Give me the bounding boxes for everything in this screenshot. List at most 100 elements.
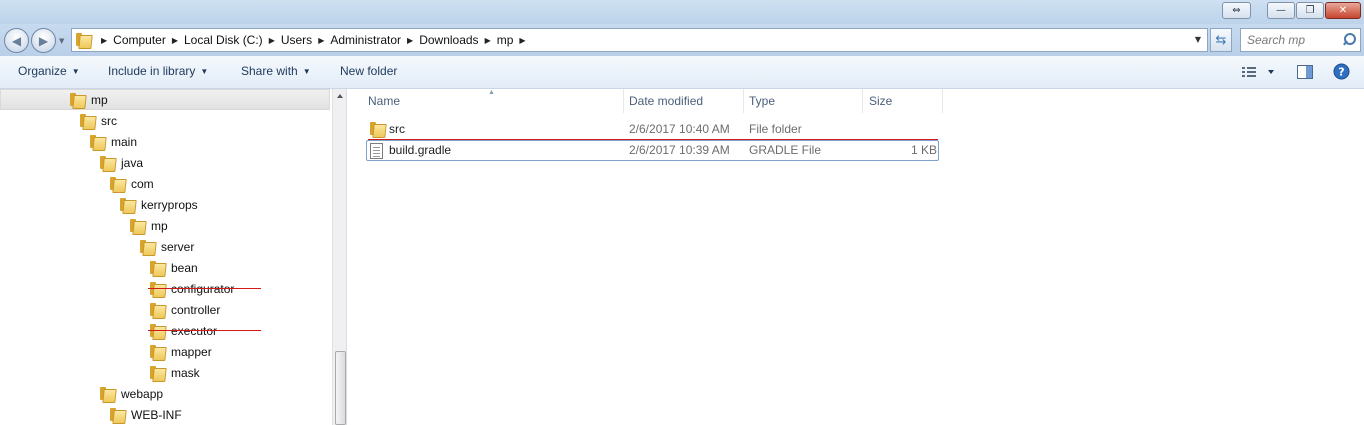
refresh-icon: ⇆: [1215, 32, 1227, 48]
address-bar[interactable]: ▶ Computer ▶ Local Disk (C:) ▶ Users ▶ A…: [71, 28, 1208, 52]
folder-icon: [150, 365, 165, 380]
folder-icon: [140, 239, 155, 254]
tree-item[interactable]: mp: [70, 89, 108, 110]
include-in-library-label: Include in library: [108, 64, 196, 78]
breadcrumb-mp[interactable]: mp: [497, 33, 514, 47]
file-list-pane[interactable]: Name ▲ Date modified Type Size src 2/6/20…: [348, 89, 1364, 425]
chevron-down-icon: ▼: [302, 66, 311, 76]
recent-pages-dropdown[interactable]: ▼: [59, 37, 64, 45]
new-folder-button[interactable]: New folder: [340, 64, 397, 78]
tree-item-label: main: [111, 134, 138, 149]
new-folder-label: New folder: [340, 64, 398, 78]
file-row[interactable]: build.gradle 2/6/2017 10:39 AM GRADLE File…: [348, 140, 948, 161]
folder-icon: [90, 134, 105, 149]
change-view-button[interactable]: [1241, 65, 1275, 82]
chevron-right-icon[interactable]: ▶: [485, 36, 491, 45]
file-name: build.gradle: [389, 143, 452, 157]
help-button[interactable]: ?: [1333, 63, 1350, 83]
chevron-right-icon[interactable]: ▶: [172, 36, 178, 45]
tree-item-label: mask: [171, 365, 200, 380]
tree-item[interactable]: src: [80, 110, 117, 131]
breadcrumb: ▶ Computer ▶ Local Disk (C:) ▶ Users ▶ A…: [95, 29, 532, 51]
tree-item-label: controller: [171, 302, 221, 317]
file-type: GRADLE File: [749, 143, 822, 157]
column-header-size[interactable]: Size: [863, 89, 943, 113]
tree-item[interactable]: java: [100, 152, 143, 173]
breadcrumb-administrator[interactable]: Administrator: [330, 33, 401, 47]
tree-item[interactable]: mp: [130, 215, 168, 236]
tree-item[interactable]: controller: [150, 299, 220, 320]
chevron-right-icon[interactable]: ▶: [407, 36, 413, 45]
address-history-dropdown[interactable]: ▼: [1195, 35, 1201, 44]
tree-item[interactable]: webapp: [100, 383, 163, 404]
restore-arrow-button[interactable]: ⇔: [1222, 2, 1251, 19]
scroll-up-icon[interactable]: [337, 94, 343, 98]
tree-item-label: mp: [91, 92, 108, 107]
folder-icon: [130, 218, 145, 233]
nav-scrollbar[interactable]: [332, 89, 346, 425]
organize-menu[interactable]: Organize ▼: [18, 64, 80, 78]
minimize-button[interactable]: —: [1267, 2, 1295, 19]
column-header-name[interactable]: Name ▲: [348, 89, 624, 113]
back-arrow-icon: ◀: [11, 33, 22, 48]
share-with-menu[interactable]: Share with ▼: [241, 64, 311, 78]
maximize-icon: ❐: [1305, 4, 1315, 16]
tree-item[interactable]: mapper: [150, 341, 212, 362]
chevron-right-icon[interactable]: ▶: [269, 36, 275, 45]
selected-tree-item-highlight: [0, 89, 330, 110]
tree-item[interactable]: kerryprops: [120, 194, 198, 215]
tree-item-label: server: [161, 239, 195, 254]
tree-item-label: WEB-INF: [131, 407, 182, 422]
folder-icon: [110, 176, 125, 191]
refresh-button[interactable]: ⇆: [1210, 28, 1232, 52]
breadcrumb-downloads[interactable]: Downloads: [419, 33, 478, 47]
folder-icon: [100, 386, 115, 401]
file-size: 1 KB: [911, 143, 938, 157]
column-header-type[interactable]: Type: [744, 89, 863, 113]
back-button[interactable]: ◀: [4, 28, 29, 53]
maximize-button[interactable]: ❐: [1296, 2, 1324, 19]
file-date-modified: 2/6/2017 10:39 AM: [629, 143, 730, 157]
file-row[interactable]: src 2/6/2017 10:40 AM File folder: [348, 119, 948, 140]
title-bar: ⇔ — ❐ ✕: [0, 0, 1364, 24]
column-header-name-label: Name: [368, 94, 401, 108]
breadcrumb-users[interactable]: Users: [281, 33, 312, 47]
folder-icon: [80, 113, 95, 128]
preview-pane-icon: [1297, 65, 1313, 79]
close-button[interactable]: ✕: [1325, 2, 1361, 19]
folder-icon: [150, 344, 165, 359]
tree-item-label: kerryprops: [141, 197, 198, 212]
navigation-pane[interactable]: mp src main java com kerryprops mp server bean co…: [0, 89, 347, 425]
sort-ascending-icon: ▲: [488, 89, 495, 96]
file-date-modified: 2/6/2017 10:40 AM: [629, 122, 730, 136]
preview-pane-button[interactable]: [1297, 65, 1313, 82]
chevron-right-icon[interactable]: ▶: [519, 36, 525, 45]
forward-button[interactable]: ▶: [31, 28, 56, 53]
command-bar: Organize ▼ Include in library ▼ Share with…: [0, 56, 1364, 89]
column-header-date-label: Date modified: [629, 94, 704, 108]
tree-item[interactable]: main: [90, 131, 137, 152]
tree-item[interactable]: server: [140, 236, 194, 257]
scroll-thumb[interactable]: [335, 351, 346, 425]
breadcrumb-local-disk[interactable]: Local Disk (C:): [184, 33, 263, 47]
tree-item[interactable]: bean: [150, 257, 198, 278]
chevron-down-icon: ▼: [71, 66, 80, 76]
tree-item[interactable]: com: [110, 173, 154, 194]
search-input[interactable]: Search mp: [1247, 33, 1340, 47]
include-in-library-menu[interactable]: Include in library ▼: [108, 64, 208, 78]
strikethrough-mark: [148, 288, 261, 289]
search-icon[interactable]: [1340, 32, 1356, 48]
tree-item[interactable]: mask: [150, 362, 200, 383]
file-type: File folder: [749, 122, 802, 136]
chevron-right-icon[interactable]: ▶: [101, 36, 107, 45]
folder-icon: [120, 197, 135, 212]
column-header-date[interactable]: Date modified: [624, 89, 744, 113]
search-box[interactable]: Search mp: [1240, 28, 1361, 52]
strikethrough-mark: [148, 330, 261, 331]
close-icon: ✕: [1338, 4, 1348, 16]
folder-icon: [70, 92, 85, 107]
chevron-right-icon[interactable]: ▶: [318, 36, 324, 45]
tree-item[interactable]: WEB-INF: [110, 404, 182, 425]
tree-item-label: java: [121, 155, 144, 170]
breadcrumb-computer[interactable]: Computer: [113, 33, 166, 47]
